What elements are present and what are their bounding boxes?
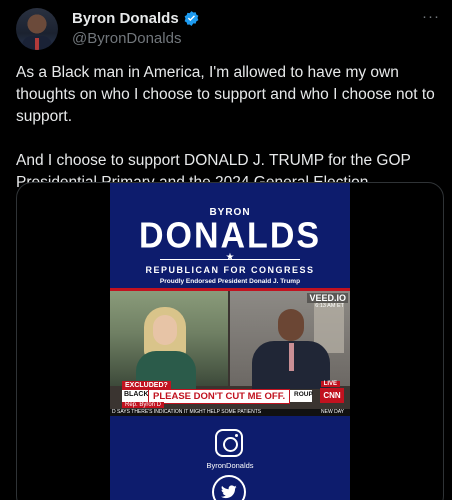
campaign-last-name: DONALDS [138,216,322,256]
campaign-endorsement: Proudly Endorsed President Donald J. Tru… [159,278,301,285]
instagram-handle: ByronDonalds [206,461,254,470]
divider-right [230,259,300,260]
media-card[interactable]: BYRON DONALDS ★ REPUBLICAN FOR CONGRESS … [16,182,444,500]
veed-watermark: VEED.IO [307,293,348,303]
video-frame[interactable]: BYRON DONALDS ★ REPUBLICAN FOR CONGRESS … [110,183,350,500]
caption-overlay: PLEASE DON'T CUT ME OFF. [148,389,291,404]
news-ticker: D SAYS THERE'S INDICATION IT MIGHT HELP … [110,409,350,416]
anchor-face [153,315,177,345]
twitter-bird-icon [212,475,246,500]
twitter-bird-glyph [221,485,237,499]
tweet-header: Byron Donalds @ByronDonalds ··· [16,6,440,50]
guest-name-bar: Rep. Byron D [122,402,165,408]
broadcast-clock: 6:13 AM ET [315,303,344,309]
tweet-text: As a Black man in America, I'm allowed t… [16,64,435,191]
network-logo: CNN [320,388,344,403]
anchor-frame [110,291,228,391]
avatar[interactable] [16,8,58,50]
guest-frame: VEED.IO 6:13 AM ET [230,291,350,389]
more-options-icon[interactable]: ··· [422,8,440,25]
display-name[interactable]: Byron Donalds [72,10,179,27]
name-row: Byron Donalds [72,10,200,27]
news-clip: VEED.IO 6:13 AM ET EXCLUDED? BLACK GOP L… [110,288,350,416]
guest-tie [289,343,294,371]
ticker-show-name: NEW DAY [321,409,344,415]
user-handle[interactable]: @ByronDonalds [72,30,181,47]
instagram-icon [215,429,243,457]
lower-third-right: ROUP [294,391,313,398]
guest-face [278,309,304,341]
star-icon: ★ [225,252,235,263]
campaign-tagline: REPUBLICAN FOR CONGRESS [145,265,315,275]
live-tag: LIVE [320,381,340,387]
verified-badge-icon [184,11,199,26]
avatar-tie [35,38,39,50]
